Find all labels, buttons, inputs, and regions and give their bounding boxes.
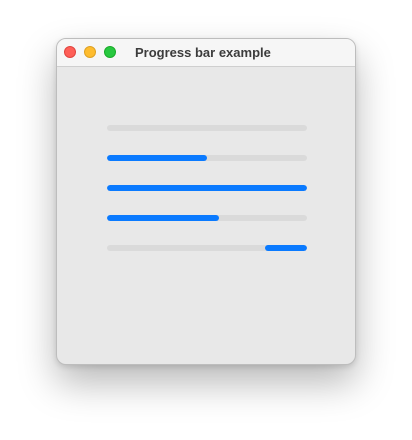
progress-bar bbox=[107, 155, 307, 161]
close-button[interactable] bbox=[64, 46, 76, 58]
progress-bar-fill bbox=[107, 185, 307, 191]
window-title: Progress bar example bbox=[135, 45, 271, 60]
progress-bar bbox=[107, 125, 307, 131]
indeterminate-progress-bar bbox=[107, 245, 307, 251]
progress-bar-fill bbox=[107, 215, 219, 221]
progress-bar bbox=[107, 185, 307, 191]
minimize-button[interactable] bbox=[84, 46, 96, 58]
window-content bbox=[57, 67, 355, 364]
progress-bar bbox=[107, 215, 307, 221]
title-bar[interactable]: Progress bar example bbox=[57, 39, 355, 67]
app-window: Progress bar example bbox=[56, 38, 356, 365]
progress-bar-fill bbox=[107, 155, 207, 161]
zoom-button[interactable] bbox=[104, 46, 116, 58]
progress-bar-fill bbox=[265, 245, 307, 251]
